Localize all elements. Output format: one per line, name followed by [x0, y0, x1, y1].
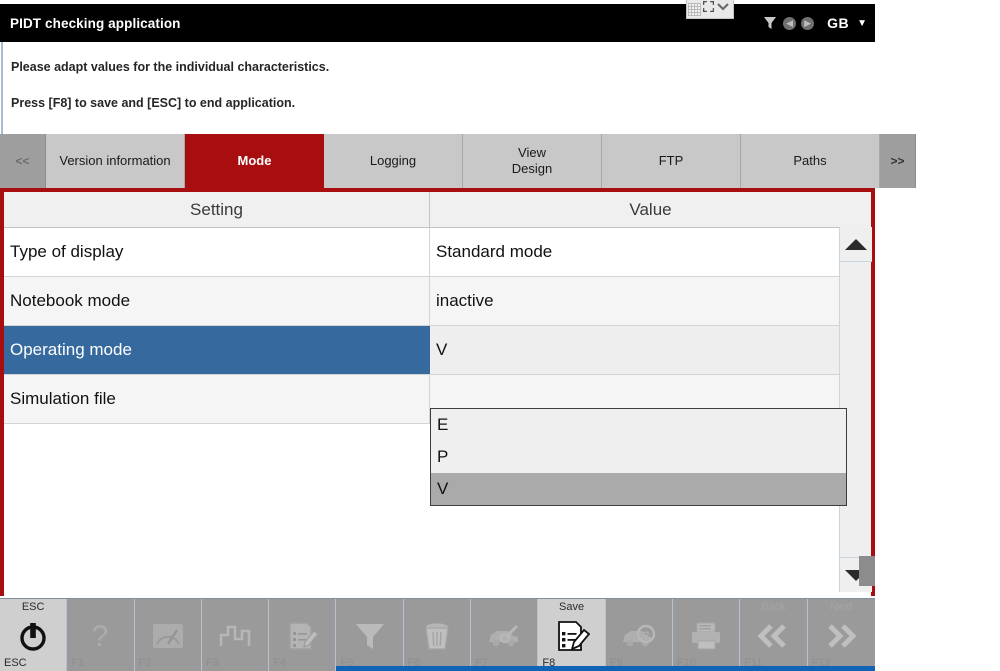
car-key-icon	[484, 616, 524, 656]
circle-right-icon[interactable]: ▶	[801, 16, 815, 30]
funnel-icon[interactable]	[762, 15, 778, 31]
title-bar: PIDT checking application ◀ ▶ GB ▼	[0, 4, 875, 42]
tab-version-information[interactable]: Version information	[46, 134, 185, 188]
tab-label: Version information	[59, 153, 171, 169]
tab-mode[interactable]: Mode	[185, 134, 324, 188]
fkey-f2-gauge[interactable]: F2	[134, 599, 202, 671]
tab-view-design[interactable]: View Design	[463, 134, 602, 188]
double-chevron-right-icon	[821, 616, 861, 656]
help-question-icon: ?	[80, 616, 120, 656]
instruction-line-1: Please adapt values for the individual c…	[11, 60, 330, 74]
tab-scroll-next-label: >>	[890, 153, 905, 168]
expand-icon[interactable]	[701, 0, 715, 18]
fkey-bottom-label: F4	[273, 657, 287, 669]
instruction-panel: Please adapt values for the individual c…	[1, 42, 874, 134]
tab-scroll-next[interactable]: >>	[880, 134, 916, 188]
fkey-f6-delete[interactable]: F6	[403, 599, 472, 671]
fkey-f3-chart[interactable]: F3	[201, 599, 270, 671]
cell-setting: Type of display	[4, 228, 430, 276]
tab-scroll-prev[interactable]: <<	[0, 134, 46, 188]
status-accent-line	[336, 666, 875, 671]
funnel-icon	[350, 616, 390, 656]
cell-value[interactable]: Standard mode	[430, 228, 871, 276]
column-header-value: Value	[629, 199, 672, 219]
function-key-bar: ESC ESC ? F1 F2 F3 F4 F5 F6 F7 Save F8 ?…	[0, 598, 875, 671]
tab-paths[interactable]: Paths	[741, 134, 880, 188]
fkey-f5-filter[interactable]: F5	[336, 599, 404, 671]
fkey-top-label: Back	[761, 601, 786, 613]
table-row[interactable]: Notebook mode inactive	[4, 277, 871, 326]
cell-setting: Operating mode	[4, 326, 430, 374]
fkey-f9-car-search[interactable]: ? F9	[605, 599, 673, 671]
power-icon	[13, 616, 53, 656]
fkey-bottom-label: F1	[71, 657, 85, 669]
tab-label-line1: View	[518, 145, 546, 161]
tab-bar: << Version information Mode Logging View…	[0, 134, 916, 192]
tab-scroll-prev-label: <<	[15, 153, 30, 168]
combobox-dropdown-list[interactable]: E P V	[430, 408, 847, 506]
circle-left-icon[interactable]: ◀	[783, 16, 797, 30]
gauge-icon	[148, 616, 188, 656]
printer-icon	[686, 616, 726, 656]
fkey-top-label: ESC	[21, 601, 45, 613]
fkey-f1-help[interactable]: ? F1	[67, 599, 135, 671]
fkey-f7-car-key[interactable]: F7	[471, 599, 539, 671]
fkey-bottom-label: F2	[138, 657, 152, 669]
tab-label: FTP	[658, 153, 684, 169]
table-body: Type of display Standard mode Notebook m…	[4, 228, 871, 597]
car-search-icon: ?	[619, 616, 659, 656]
cell-setting: Notebook mode	[4, 277, 430, 325]
edit-document-icon	[282, 616, 322, 656]
tab-ftp[interactable]: FTP	[602, 134, 741, 188]
dropdown-option-v[interactable]: V	[431, 473, 846, 505]
settings-table-panel: Setting Value Type of display Standard m…	[0, 192, 875, 597]
bar-chart-icon	[215, 616, 255, 656]
language-selector[interactable]: GB	[827, 15, 849, 31]
language-caret-icon[interactable]: ▼	[857, 18, 867, 29]
cell-setting: Simulation file	[4, 375, 430, 423]
floating-toolbar[interactable]	[686, 0, 734, 19]
fkey-top-label: Save	[558, 601, 585, 613]
fkey-bottom-label: F3	[205, 657, 219, 669]
combobox-value: V	[436, 340, 448, 359]
tab-label-line2: Design	[511, 161, 553, 176]
fkey-bottom-label: ESC	[4, 657, 27, 669]
fkey-top-label: Next	[829, 601, 853, 613]
tab-logging[interactable]: Logging	[324, 134, 463, 188]
tab-label: Paths	[793, 153, 827, 169]
instruction-line-2: Press [F8] to save and [ESC] to end appl…	[11, 96, 296, 110]
double-chevron-left-icon	[753, 616, 793, 656]
arrow-up-icon	[845, 238, 867, 250]
chevron-down-icon[interactable]	[715, 0, 731, 18]
tab-label: Logging	[369, 153, 417, 169]
application-window: PIDT checking application ◀ ▶ GB ▼ Pleas…	[0, 0, 916, 671]
table-row-selected[interactable]: Operating mode V	[4, 326, 871, 375]
scrollbar-thumb[interactable]	[859, 556, 875, 586]
save-document-icon	[552, 616, 592, 656]
trash-icon	[417, 616, 457, 656]
table-header-row: Setting Value	[4, 192, 871, 228]
dropdown-option-p[interactable]: P	[431, 441, 846, 473]
svg-text:?: ?	[92, 620, 109, 653]
scroll-up-button[interactable]	[840, 227, 872, 262]
fkey-esc[interactable]: ESC ESC	[0, 599, 68, 671]
titlebar-status-icons: ◀ ▶ GB ▼	[762, 4, 867, 42]
fkey-f4-edit[interactable]: F4	[269, 599, 337, 671]
cell-value[interactable]: inactive	[430, 277, 871, 325]
tab-label: Mode	[237, 153, 272, 169]
fkey-f12-next[interactable]: Next F12	[807, 599, 875, 671]
page-title: PIDT checking application	[10, 15, 181, 31]
fkey-f10-print[interactable]: F10	[672, 599, 741, 671]
fkey-f11-back[interactable]: Back F11	[740, 599, 808, 671]
cell-value-combobox[interactable]: V	[430, 326, 871, 374]
settings-table: Setting Value Type of display Standard m…	[4, 192, 875, 597]
svg-text:?: ?	[643, 630, 649, 642]
fkey-f8-save[interactable]: Save F8	[538, 599, 606, 671]
grid-icon[interactable]	[688, 2, 701, 16]
dropdown-option-e[interactable]: E	[431, 409, 846, 441]
column-header-setting: Setting	[4, 192, 430, 227]
table-row[interactable]: Type of display Standard mode	[4, 228, 871, 277]
